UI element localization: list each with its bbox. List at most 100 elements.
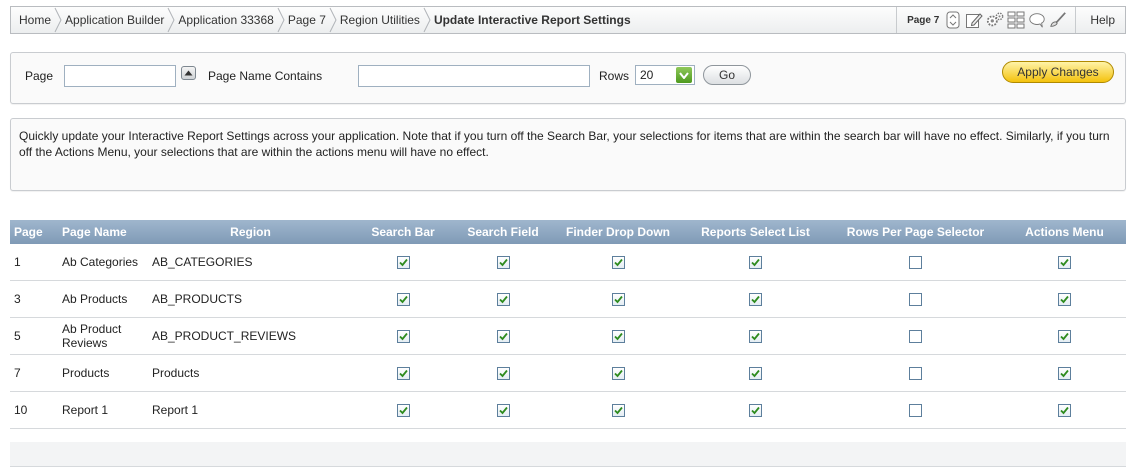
cell-page: 10 bbox=[10, 391, 58, 429]
breadcrumb-bar: Home Application Builder Application 333… bbox=[10, 6, 1126, 34]
checkmark-icon bbox=[398, 370, 408, 378]
search-field-checkbox[interactable] bbox=[496, 367, 510, 381]
page-filter-input[interactable] bbox=[64, 65, 176, 87]
breadcrumb-separator-icon bbox=[51, 6, 65, 34]
breadcrumb-region-utilities[interactable]: Region Utilities bbox=[340, 13, 420, 27]
cell-rows-per-page-selector bbox=[828, 317, 1003, 355]
cell-page: 7 bbox=[10, 354, 58, 392]
breadcrumb-application-builder[interactable]: Application Builder bbox=[65, 13, 164, 27]
report-settings-table: Page Page Name Region Search Bar Search … bbox=[10, 220, 1126, 429]
column-header-rows-per-page-selector[interactable]: Rows Per Page Selector bbox=[828, 220, 1003, 244]
reports-select-list-checkbox[interactable] bbox=[749, 404, 762, 418]
finder-drop-down-checkbox[interactable] bbox=[611, 404, 625, 418]
rows-per-page-selector-checkbox[interactable] bbox=[909, 404, 922, 418]
checkmark-icon bbox=[1060, 333, 1069, 341]
finder-drop-down-checkbox[interactable] bbox=[611, 367, 625, 381]
checkmark-icon bbox=[751, 333, 760, 341]
cell-actions-menu bbox=[1003, 244, 1126, 281]
column-header-reports-select-list[interactable]: Reports Select List bbox=[683, 220, 828, 244]
rows-per-page-selector-checkbox[interactable] bbox=[909, 367, 922, 381]
cell-search-field bbox=[453, 391, 553, 429]
table-row: 10 Report 1 Report 1 bbox=[10, 391, 1126, 429]
reports-select-list-checkbox[interactable] bbox=[749, 367, 762, 381]
cell-rows-per-page-selector bbox=[828, 280, 1003, 318]
search-field-checkbox[interactable] bbox=[496, 404, 510, 418]
column-header-search-bar[interactable]: Search Bar bbox=[353, 220, 453, 244]
page-nav-icon[interactable] bbox=[944, 11, 962, 29]
breadcrumb-application[interactable]: Application 33368 bbox=[178, 13, 273, 27]
cell-page-name: Report 1 bbox=[58, 391, 148, 429]
breadcrumb-home[interactable]: Home bbox=[19, 13, 51, 27]
breadcrumb-page[interactable]: Page 7 bbox=[288, 13, 326, 27]
finder-drop-down-checkbox[interactable] bbox=[611, 256, 625, 270]
search-field-checkbox[interactable] bbox=[496, 330, 510, 344]
checkmark-icon bbox=[498, 259, 508, 267]
cell-search-bar bbox=[353, 317, 453, 355]
actions-menu-checkbox[interactable] bbox=[1058, 256, 1071, 270]
comment-icon[interactable] bbox=[1028, 11, 1046, 29]
reports-select-list-checkbox[interactable] bbox=[749, 256, 762, 270]
help-area: Help bbox=[1075, 7, 1125, 33]
finder-drop-down-checkbox[interactable] bbox=[611, 330, 625, 344]
cell-actions-menu bbox=[1003, 280, 1126, 318]
checkmark-icon bbox=[751, 259, 760, 267]
finder-drop-down-checkbox[interactable] bbox=[611, 293, 625, 307]
checkmark-icon bbox=[498, 370, 508, 378]
cell-page: 1 bbox=[10, 244, 58, 281]
search-bar-checkbox[interactable] bbox=[396, 293, 410, 307]
developer-tools-icon[interactable] bbox=[1049, 11, 1067, 29]
table-footer bbox=[10, 442, 1126, 467]
search-bar-checkbox[interactable] bbox=[396, 256, 410, 270]
column-header-page-name[interactable]: Page Name bbox=[58, 220, 148, 244]
checkmark-icon bbox=[613, 259, 623, 267]
search-field-checkbox[interactable] bbox=[496, 256, 510, 270]
shared-components-icon[interactable] bbox=[986, 11, 1004, 29]
checkmark-icon bbox=[613, 407, 623, 415]
checkmark-icon bbox=[613, 296, 623, 304]
cell-region: AB_CATEGORIES bbox=[148, 244, 353, 281]
checkmark-icon bbox=[398, 259, 408, 267]
cell-rows-per-page-selector bbox=[828, 354, 1003, 392]
filter-panel: Page Page Name Contains Rows 20 Go bbox=[10, 52, 1126, 104]
column-header-region[interactable]: Region bbox=[148, 220, 353, 244]
actions-menu-checkbox[interactable] bbox=[1058, 330, 1071, 344]
reports-select-list-checkbox[interactable] bbox=[749, 330, 762, 344]
page-name-input[interactable] bbox=[358, 65, 590, 87]
rows-per-page-selector-checkbox[interactable] bbox=[909, 256, 922, 270]
checkmark-icon bbox=[498, 333, 508, 341]
actions-menu-checkbox[interactable] bbox=[1058, 404, 1071, 418]
search-bar-checkbox[interactable] bbox=[396, 330, 410, 344]
cell-region: Products bbox=[148, 354, 353, 392]
checkmark-icon bbox=[613, 370, 623, 378]
cell-page: 5 bbox=[10, 317, 58, 355]
search-bar-checkbox[interactable] bbox=[396, 367, 410, 381]
column-header-finder-drop-down[interactable]: Finder Drop Down bbox=[553, 220, 683, 244]
search-bar-checkbox[interactable] bbox=[396, 404, 410, 418]
page-grid-icon[interactable] bbox=[1007, 11, 1025, 29]
actions-menu-checkbox[interactable] bbox=[1058, 367, 1071, 381]
go-button[interactable]: Go bbox=[703, 65, 751, 85]
checkmark-icon bbox=[498, 296, 508, 304]
page-lookup-button[interactable] bbox=[181, 66, 196, 80]
cell-rows-per-page-selector bbox=[828, 244, 1003, 281]
breadcrumb-separator-icon bbox=[164, 6, 178, 34]
column-header-actions-menu[interactable]: Actions Menu bbox=[1003, 220, 1126, 244]
page-tools-label: Page 7 bbox=[907, 14, 940, 26]
search-field-checkbox[interactable] bbox=[496, 293, 510, 307]
rows-select[interactable]: 20 bbox=[635, 65, 695, 85]
cell-search-bar bbox=[353, 244, 453, 281]
apply-changes-button[interactable]: Apply Changes bbox=[1002, 61, 1114, 83]
breadcrumb-separator-icon bbox=[326, 6, 340, 34]
reports-select-list-checkbox[interactable] bbox=[749, 293, 762, 307]
cell-reports-select-list bbox=[683, 354, 828, 392]
rows-per-page-selector-checkbox[interactable] bbox=[909, 330, 922, 344]
edit-page-icon[interactable] bbox=[965, 11, 983, 29]
cell-finder-drop-down bbox=[553, 391, 683, 429]
column-header-search-field[interactable]: Search Field bbox=[453, 220, 553, 244]
help-link[interactable]: Help bbox=[1090, 13, 1115, 27]
table-row: 5 Ab Product Reviews AB_PRODUCT_REVIEWS bbox=[10, 317, 1126, 355]
rows-per-page-selector-checkbox[interactable] bbox=[909, 293, 922, 307]
rows-label: Rows bbox=[599, 69, 630, 83]
actions-menu-checkbox[interactable] bbox=[1058, 293, 1071, 307]
column-header-page[interactable]: Page bbox=[10, 220, 58, 244]
